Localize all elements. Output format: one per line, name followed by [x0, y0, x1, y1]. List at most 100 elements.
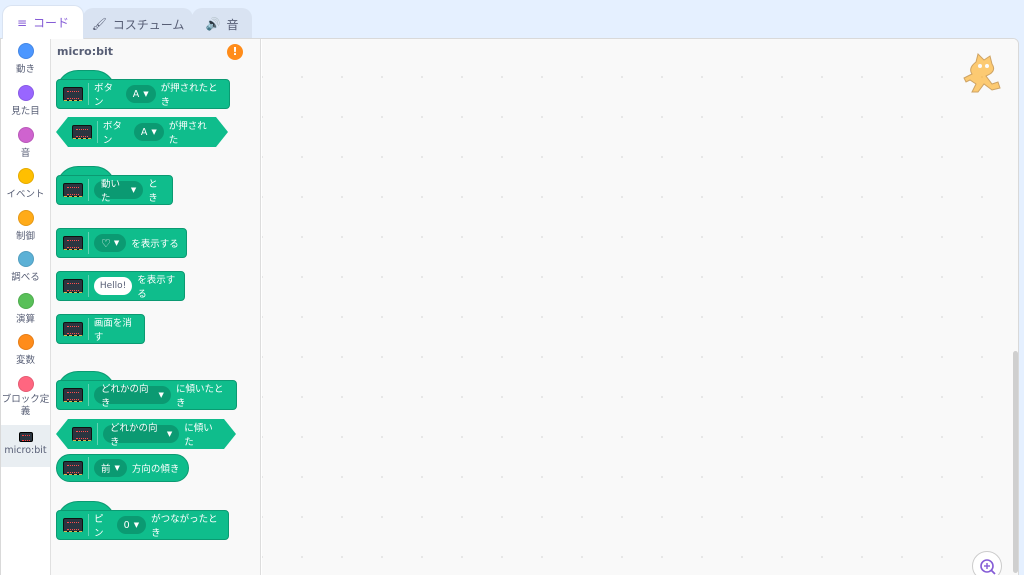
caret-down-icon: ▼: [133, 521, 140, 529]
microbit-block-icon: [63, 183, 83, 197]
sprite-cat-icon: [963, 53, 1001, 93]
my-blocks-dot-icon: [17, 376, 34, 392]
category-label-line1: ブロック定: [1, 394, 50, 405]
category-operators[interactable]: 演算: [1, 289, 50, 331]
button-dropdown[interactable]: A ▼: [134, 123, 164, 141]
script-area[interactable]: [262, 39, 1018, 575]
category-my-blocks[interactable]: ブロック定 義: [1, 372, 50, 424]
block-text: とき: [148, 179, 158, 204]
pin-dropdown[interactable]: 0 ▼: [116, 516, 147, 534]
caret-down-icon: ▼: [130, 186, 137, 194]
microbit-block-icon: [63, 388, 83, 402]
tab-sounds[interactable]: 🔊 音: [192, 8, 252, 39]
microbit-icon: [18, 432, 33, 442]
matrix-dropdown[interactable]: ♡ ▼: [94, 234, 127, 252]
block-tilted[interactable]: どれかの向き ▼ に傾いた: [56, 419, 236, 449]
tab-sounds-label: 音: [226, 17, 239, 32]
microbit-block-icon: [63, 322, 83, 336]
block-text: がつながったとき: [151, 514, 218, 539]
block-display-text[interactable]: Hello! を表示する: [56, 271, 185, 301]
button-dropdown[interactable]: A ▼: [125, 85, 156, 103]
dropdown-value: A: [132, 88, 140, 100]
category-label: 調べる: [11, 272, 40, 283]
motion-dot-icon: [17, 43, 34, 59]
category-variables[interactable]: 変数: [1, 330, 50, 372]
block-when-pin-connected[interactable]: ピン 0 ▼ がつながったとき: [56, 510, 229, 540]
category-label: 音: [20, 148, 31, 159]
block-tilt-angle[interactable]: 前 ▼ 方向の傾き: [56, 454, 189, 482]
vertical-scrollbar[interactable]: [1013, 351, 1018, 573]
text-input[interactable]: Hello!: [93, 277, 133, 295]
control-dot-icon: [17, 210, 34, 226]
zoom-in-icon: [980, 559, 996, 575]
caret-down-icon: ▼: [114, 464, 120, 472]
dropdown-value: 前: [101, 464, 111, 475]
category-label: 見た目: [11, 106, 40, 117]
dropdown-value: どれかの向き: [100, 384, 149, 409]
looks-dot-icon: [17, 85, 34, 101]
block-text: ピン: [93, 514, 104, 539]
category-microbit[interactable]: micro:bit: [1, 425, 50, 467]
category-label: 演算: [15, 314, 35, 325]
brush-icon: 🖌: [91, 17, 107, 31]
block-palette: micro:bit ! ボタン A ▼ が押されたとき ボタン A ▼ が押された: [51, 39, 261, 575]
category-menu: 動き 見た目 音 イベント 制御 調べる 演算 変数 ブロック定 義 micro…: [1, 39, 51, 575]
caret-down-icon: ▼: [166, 430, 173, 438]
tab-code[interactable]: ≡ コード: [2, 5, 84, 39]
microbit-block-icon: [63, 87, 83, 101]
tilt-direction-dropdown[interactable]: どれかの向き ▼: [103, 425, 179, 443]
category-events[interactable]: イベント: [1, 164, 50, 206]
tab-code-label: コード: [33, 16, 70, 30]
microbit-block-icon: [72, 125, 92, 139]
block-button-pressed[interactable]: ボタン A ▼ が押された: [56, 117, 228, 147]
tilt-direction-dropdown[interactable]: 前 ▼: [94, 459, 127, 477]
microbit-block-icon: [63, 461, 83, 475]
category-control[interactable]: 制御: [1, 206, 50, 248]
block-display-symbol[interactable]: ♡ ▼ を表示する: [56, 228, 187, 258]
category-label: 変数: [15, 355, 35, 366]
dropdown-value: 動いた: [100, 179, 120, 204]
block-when-gesture[interactable]: 動いた ▼ とき: [56, 175, 173, 205]
dropdown-value: どれかの向き: [109, 423, 158, 448]
block-text: 方向の傾き: [131, 464, 180, 475]
caret-down-icon: ▼: [113, 239, 120, 247]
category-label: イベント: [6, 189, 45, 200]
caret-down-icon: ▼: [158, 391, 164, 399]
category-sound[interactable]: 音: [1, 123, 50, 165]
block-text: を表示する: [137, 275, 176, 300]
block-text: ボタン: [102, 121, 122, 146]
category-label: 動き: [15, 64, 35, 75]
category-looks[interactable]: 見た目: [1, 81, 50, 123]
tab-costumes-label: コスチューム: [112, 17, 185, 32]
palette-title: micro:bit: [57, 45, 114, 58]
sound-dot-icon: [17, 127, 34, 143]
gesture-dropdown[interactable]: 動いた ▼: [93, 179, 144, 204]
microbit-block-icon: [63, 279, 83, 293]
category-label: 制御: [15, 231, 35, 242]
block-text: が押されたとき: [160, 83, 218, 108]
code-icon: ≡: [16, 15, 28, 30]
warning-icon[interactable]: !: [227, 44, 243, 60]
zoom-in-button[interactable]: [972, 551, 1002, 575]
block-when-tilted[interactable]: どれかの向き ▼ に傾いたとき: [56, 380, 237, 410]
category-sensing[interactable]: 調べる: [1, 247, 50, 289]
tilt-direction-dropdown[interactable]: どれかの向き ▼: [93, 384, 171, 409]
events-dot-icon: [17, 168, 34, 184]
microbit-block-icon: [63, 236, 83, 250]
category-label: micro:bit: [4, 445, 47, 456]
block-text: に傾いた: [184, 423, 213, 448]
speaker-icon: 🔊: [205, 17, 221, 31]
variables-dot-icon: [17, 334, 34, 350]
category-motion[interactable]: 動き: [1, 39, 50, 81]
dropdown-value: A: [140, 126, 148, 138]
tab-costumes[interactable]: 🖌 コスチューム: [83, 8, 193, 39]
dropdown-value: 0: [123, 519, 130, 531]
block-when-button-pressed[interactable]: ボタン A ▼ が押されたとき: [56, 79, 230, 109]
editor-tabs: ≡ コード 🖌 コスチューム 🔊 音: [0, 0, 1024, 39]
microbit-block-icon: [72, 427, 92, 441]
code-workspace: 動き 見た目 音 イベント 制御 調べる 演算 変数 ブロック定 義 micro…: [0, 38, 1019, 575]
block-clear-display[interactable]: 画面を消す: [56, 314, 145, 344]
caret-down-icon: ▼: [151, 128, 157, 136]
block-text: を表示する: [131, 239, 179, 250]
heart-matrix-icon: ♡: [101, 236, 111, 250]
